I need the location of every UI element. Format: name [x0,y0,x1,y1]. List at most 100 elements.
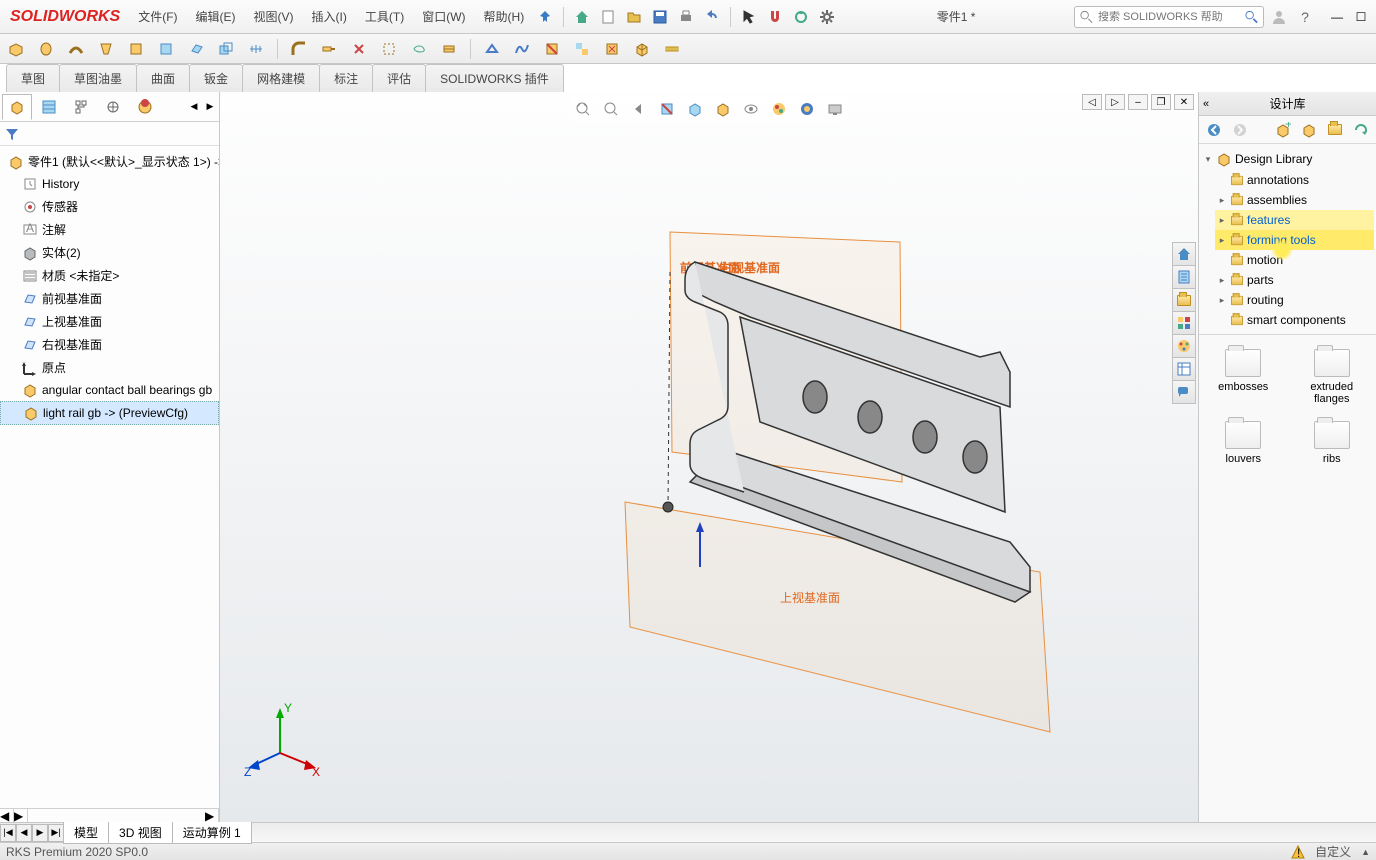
section-view-icon[interactable] [656,98,678,120]
surface-trim-icon[interactable] [347,37,371,61]
lib-item[interactable]: louvers [1207,421,1280,465]
tab-model[interactable]: 模型 [63,822,109,844]
home-icon[interactable] [571,6,593,28]
taskpane-appearance-icon[interactable] [1172,334,1196,358]
zoom-area-icon[interactable] [600,98,622,120]
search-input[interactable] [1098,11,1240,23]
tab-prev-icon[interactable]: ◀ [16,824,32,842]
help-search[interactable] [1074,6,1264,28]
lib-fwd-icon[interactable] [1229,119,1251,141]
surface-boundary-icon[interactable] [124,37,148,61]
surface-fillet-icon[interactable] [287,37,311,61]
tree-item[interactable]: 上视基准面 [0,310,219,333]
taskpane-forum-icon[interactable] [1172,380,1196,404]
surface-knit-icon[interactable] [407,37,431,61]
tab-motion-study[interactable]: 运动算例 1 [172,822,252,844]
surface-loft-icon[interactable] [94,37,118,61]
lib-folder[interactable]: smart components [1215,310,1374,330]
tab-addins[interactable]: SOLIDWORKS 插件 [425,64,564,92]
taskpane-designlib-icon[interactable] [1172,265,1196,289]
taskpane-palette-icon[interactable] [1172,311,1196,335]
menu-view[interactable]: 视图(V) [246,5,302,28]
surface-revolve-icon[interactable] [34,37,58,61]
tab-last-icon[interactable]: ▶| [48,824,64,842]
tree-item[interactable]: 材质 <未指定> [0,264,219,287]
lib-item[interactable]: embosses [1207,349,1280,405]
lib-folder[interactable]: ▸forming tools [1215,230,1374,250]
feature-tree-tab[interactable] [2,94,32,120]
surface-extend-icon[interactable] [317,37,341,61]
surface-fill-icon[interactable] [154,37,178,61]
taskpane-home-icon[interactable] [1172,242,1196,266]
surface-sweep-icon[interactable] [64,37,88,61]
tab-first-icon[interactable]: |◀ [0,824,16,842]
pin-icon[interactable] [534,5,556,27]
tree-item[interactable]: light rail gb -> (PreviewCfg) [0,401,219,425]
taskpane-props-icon[interactable] [1172,357,1196,381]
hide-show-icon[interactable] [740,98,762,120]
cut-surface-icon[interactable] [540,37,564,61]
lib-folder[interactable]: ▸features [1215,210,1374,230]
tree-root[interactable]: 零件1 (默认<<默认>_显示状态 1>) -> [0,150,219,173]
search-go-icon[interactable] [1244,9,1259,25]
reference-geom-icon[interactable] [480,37,504,61]
orientation-triad[interactable]: Y X Z [240,698,320,778]
minimize-icon[interactable]: — [1326,6,1348,28]
view-settings-icon[interactable] [824,98,846,120]
tree-item[interactable]: 传感器 [0,195,219,218]
tab-3dview[interactable]: 3D 视图 [108,822,173,844]
menu-tools[interactable]: 工具(T) [357,5,412,28]
tree-item[interactable]: angular contact ball bearings gb [0,379,219,401]
surface-offset-icon[interactable] [214,37,238,61]
save-icon[interactable] [649,6,671,28]
tree-item[interactable]: 实体(2) [0,241,219,264]
surface-extrude-icon[interactable] [4,37,28,61]
panel-left-arrow[interactable]: ◀ [187,94,201,120]
menu-insert[interactable]: 插入(I) [304,5,355,28]
tab-sheetmetal[interactable]: 钣金 [189,64,243,92]
lib-item[interactable]: ribs [1296,421,1369,465]
lib-item[interactable]: extruded flanges [1296,349,1369,405]
tree-item[interactable]: 前视基准面 [0,287,219,310]
menu-edit[interactable]: 编辑(E) [188,5,244,28]
filter-icon[interactable] [4,126,20,142]
surface-thicken-icon[interactable] [437,37,461,61]
lib-folder[interactable]: annotations [1215,170,1374,190]
vp-max-icon[interactable]: ❐ [1151,94,1171,110]
surface-untrim-icon[interactable] [377,37,401,61]
taskpane-explorer-icon[interactable] [1172,288,1196,312]
tab-surface[interactable]: 曲面 [136,64,190,92]
appearance-icon[interactable] [768,98,790,120]
tab-mesh[interactable]: 网格建模 [242,64,320,92]
lib-folder[interactable]: ▸assemblies [1215,190,1374,210]
graphics-viewport[interactable]: ◁ ▷ – ❐ ✕ 前视基准面 右视基准面 上视基准面 [220,92,1198,822]
scene-icon[interactable] [796,98,818,120]
rebuild-icon[interactable] [790,6,812,28]
tree-hscroll[interactable]: ◀▶▶ [0,808,219,822]
display-style-icon[interactable] [712,98,734,120]
select-icon[interactable] [738,6,760,28]
tab-next-icon[interactable]: ▶ [32,824,48,842]
menu-file[interactable]: 文件(F) [130,5,185,28]
print-icon[interactable] [675,6,697,28]
dimxpert-tab[interactable] [98,94,128,120]
replace-face-icon[interactable] [570,37,594,61]
surface-ruled-icon[interactable] [244,37,268,61]
display-tab[interactable] [130,94,160,120]
help-icon[interactable]: ? [1294,6,1316,28]
curves-icon[interactable] [510,37,534,61]
lib-folder[interactable]: ▸parts [1215,270,1374,290]
lib-back-icon[interactable] [1203,119,1225,141]
magnet-icon[interactable] [764,6,786,28]
options-icon[interactable] [816,6,838,28]
lib-addloc-icon[interactable]: + [1272,119,1294,141]
user-icon[interactable] [1268,6,1290,28]
lib-refresh-icon[interactable] [1350,119,1372,141]
tab-evaluate[interactable]: 评估 [372,64,426,92]
vp-min-icon[interactable]: – [1128,94,1148,110]
lib-addfile-icon[interactable] [1298,119,1320,141]
lib-newfolder-icon[interactable] [1324,119,1346,141]
tree-item[interactable]: History [0,173,219,195]
maximize-icon[interactable]: ☐ [1350,6,1372,28]
prev-view-icon[interactable] [628,98,650,120]
